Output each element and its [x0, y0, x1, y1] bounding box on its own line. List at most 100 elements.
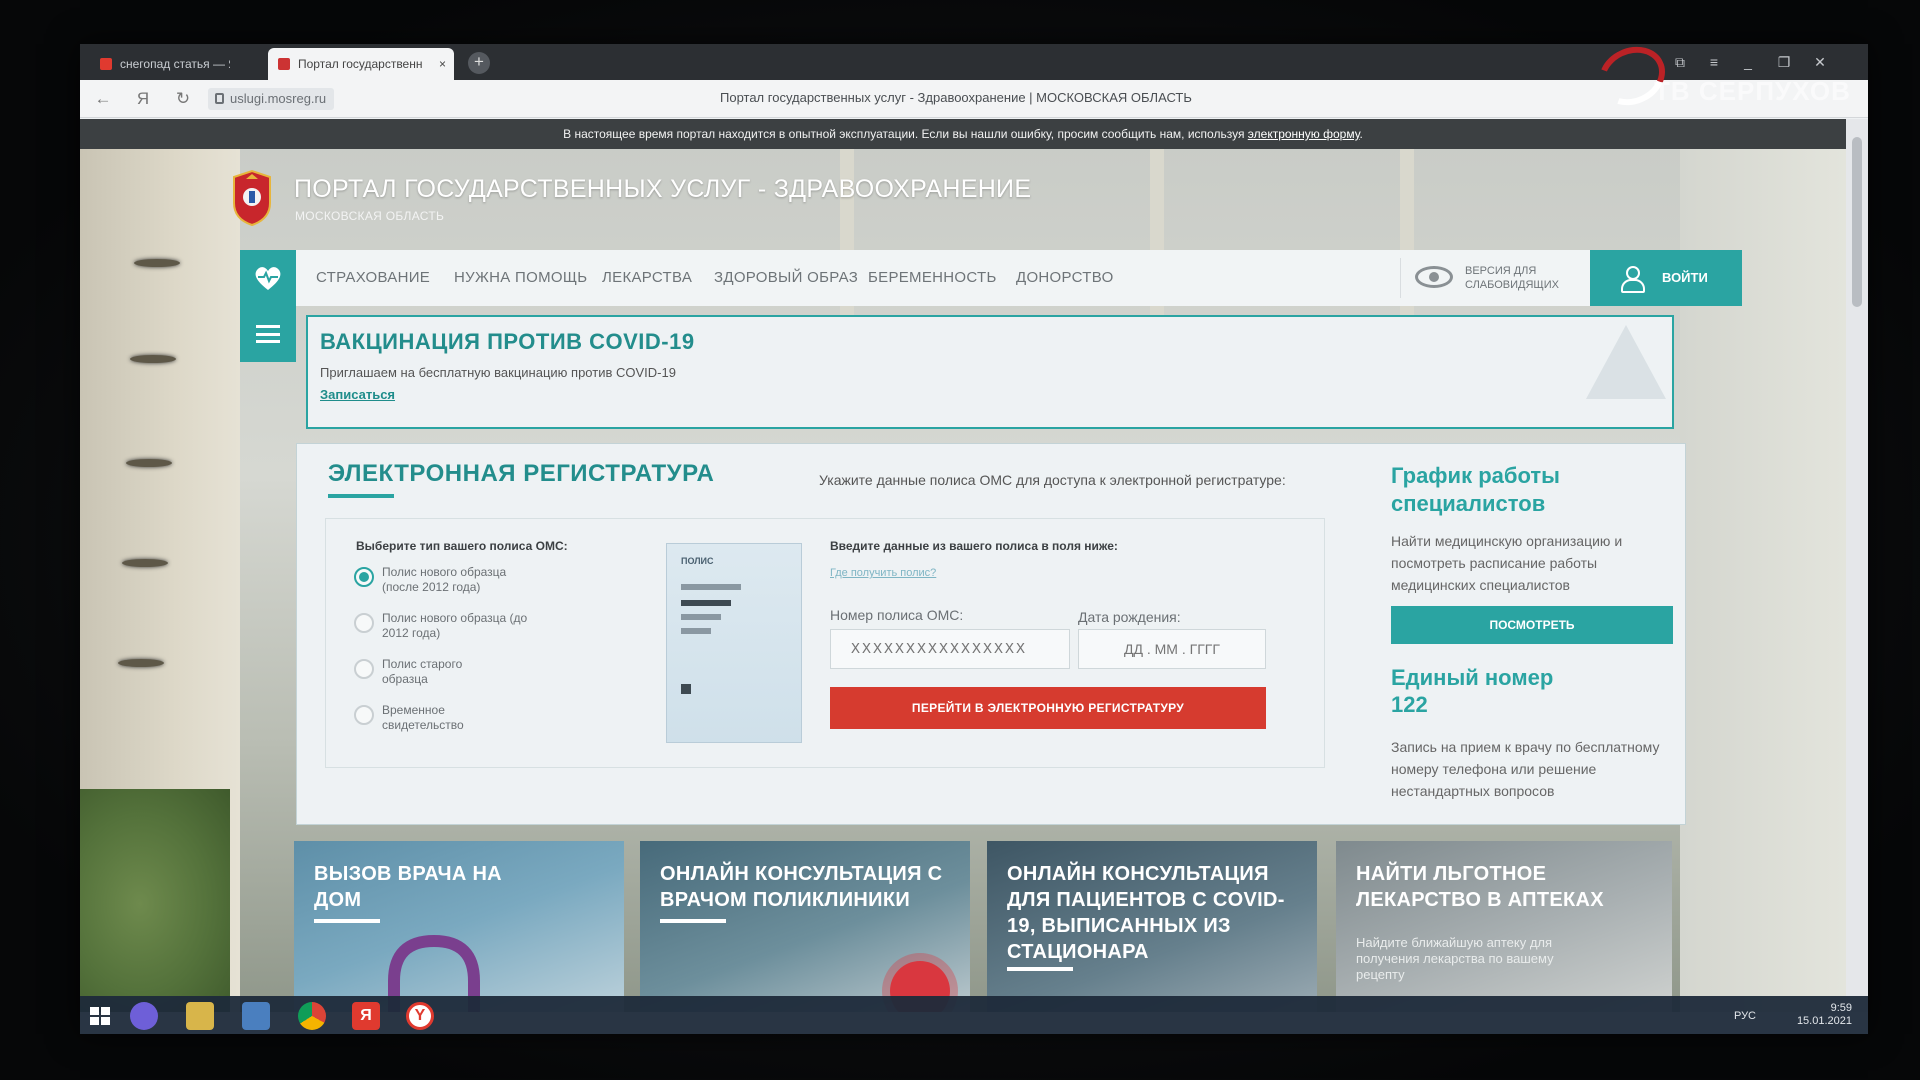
new-tab-button[interactable]: +: [468, 52, 490, 74]
oms-number-input[interactable]: [830, 629, 1070, 669]
notice-text: В настоящее время портал находится в опы…: [563, 127, 1248, 141]
scrollbar-thumb[interactable]: [1852, 137, 1862, 307]
tab-yandex-article[interactable]: снегопад статья — Янде: [90, 48, 230, 80]
tab-label: Портал государственн: [298, 57, 423, 71]
title-underline: [328, 494, 394, 498]
system-clock[interactable]: 9:59 15.01.2021: [1797, 1002, 1852, 1028]
tile-online-consultation-clinic[interactable]: ОНЛАЙН КОНСУЛЬТАЦИЯ С ВРАЧОМ ПОЛИКЛИНИКИ: [640, 841, 970, 1012]
login-label: ВОЙТИ: [1662, 270, 1708, 285]
nav-need-help[interactable]: НУЖНА ПОМОЩЬ: [454, 250, 587, 306]
radio-label: Полис старого образца: [382, 657, 463, 686]
keyboard-language[interactable]: РУС: [1734, 1010, 1756, 1022]
nav-donation[interactable]: ДОНОРСТВО: [1016, 250, 1114, 306]
tv-channel-watermark: ТВ СЕРПУХОВ: [1589, 44, 1860, 120]
go-to-e-registry-button[interactable]: ПЕРЕЙТИ В ЭЛЕКТРОННУЮ РЕГИСТРАТУРУ: [830, 687, 1266, 729]
radio-temporary-certificate[interactable]: [354, 705, 374, 725]
birth-date-input[interactable]: [1078, 629, 1266, 669]
control-panel-icon[interactable]: [242, 1002, 270, 1030]
page-title: Портал государственных услуг - Здравоохр…: [720, 90, 1192, 105]
policy-image-caption: ПОЛИС: [681, 556, 714, 566]
nav-pregnancy[interactable]: БЕРЕМЕННОСТЬ: [868, 250, 997, 306]
login-button[interactable]: ВОЙТИ: [1590, 250, 1742, 306]
hamburger-menu-button[interactable]: [240, 306, 296, 362]
specialist-schedule-title: График работы специалистов: [1391, 463, 1560, 516]
close-tab-icon[interactable]: ×: [439, 48, 446, 80]
back-icon[interactable]: ←: [92, 88, 114, 110]
low-vision-label: ВЕРСИЯ ДЛЯ СЛАБОВИДЯЩИХ: [1465, 265, 1559, 291]
url-text: uslugi.mosreg.ru: [230, 91, 327, 106]
sign-up-link[interactable]: Записаться: [320, 387, 395, 402]
nav-medicines[interactable]: ЛЕКАРСТВА: [602, 250, 692, 306]
ceiling-lamp: [122, 559, 168, 567]
yandex-browser-icon[interactable]: Y: [406, 1002, 434, 1030]
site-subtitle: МОСКОВСКАЯ ОБЛАСТЬ: [295, 209, 445, 223]
policy-type-label: Выберите тип вашего полиса ОМС:: [356, 539, 568, 553]
tile-subtitle: Найдите ближайшую аптеку для получения л…: [1356, 935, 1554, 982]
clock-time: 9:59: [1830, 1002, 1852, 1014]
warning-triangle-icon: [1586, 325, 1666, 399]
url-field[interactable]: uslugi.mosreg.ru: [208, 88, 335, 110]
web-page: В настоящее время портал находится в опы…: [80, 119, 1846, 1012]
ceiling-lamp: [130, 355, 176, 363]
tile-home-doctor-call[interactable]: ВЫЗОВ ВРАЧА НА ДОМ: [294, 841, 624, 1012]
health-home-button[interactable]: [240, 250, 296, 306]
covid-vaccination-banner: ВАКЦИНАЦИЯ ПРОТИВ COVID-19 Приглашаем на…: [306, 315, 1674, 429]
eye-icon: [1415, 266, 1453, 288]
nav-insurance[interactable]: СТРАХОВАНИЕ: [316, 250, 430, 306]
view-schedule-button[interactable]: ПОСМОТРЕТЬ: [1391, 606, 1673, 644]
feedback-form-link[interactable]: электронную форму: [1248, 127, 1360, 141]
hotline-number: 122: [1391, 692, 1428, 717]
tile-title: ВЫЗОВ ВРАЧА НА ДОМ: [314, 863, 502, 911]
covid-banner-text: Приглашаем на бесплатную вакцинацию прот…: [320, 365, 676, 380]
tile-underline: [660, 919, 726, 923]
tab-gosuslugi[interactable]: Портал государственн ×: [268, 48, 454, 80]
radio-policy-old[interactable]: [354, 659, 374, 679]
where-to-get-policy-link[interactable]: Где получить полис?: [830, 567, 936, 579]
monitor-frame: снегопад статья — Янде Портал государств…: [0, 0, 1920, 1080]
tile-underline: [314, 919, 380, 923]
specialist-schedule-text: Найти медицинскую организацию и посмотре…: [1391, 533, 1623, 593]
e-registry-hint: Укажите данные полиса ОМС для доступа к …: [819, 472, 1286, 488]
chrome-icon[interactable]: [298, 1002, 326, 1030]
tile-underline: [1007, 967, 1073, 971]
lock-icon: [215, 93, 224, 104]
windows-start-icon[interactable]: [86, 1002, 114, 1030]
policy-image-line: [681, 584, 741, 590]
reload-icon[interactable]: ↻: [172, 88, 194, 110]
data-entry-label: Введите данные из вашего полиса в поля н…: [830, 539, 1118, 553]
policy-form: Выберите тип вашего полиса ОМС: Полис но…: [325, 518, 1325, 768]
radio-policy-new-after-2012[interactable]: [354, 567, 374, 587]
radio-label: Полис нового образца (до 2012 года): [382, 611, 528, 640]
heart-pulse-icon: [255, 267, 281, 290]
windows-taskbar: Я Y РУС 9:59 15.01.2021: [80, 996, 1868, 1034]
ceiling-lamp: [118, 659, 164, 667]
tile-online-consultation-covid[interactable]: ОНЛАЙН КОНСУЛЬТАЦИЯ ДЛЯ ПАЦИЕНТОВ С COVI…: [987, 841, 1317, 1012]
tile-title: ОНЛАЙН КОНСУЛЬТАЦИЯ С ВРАЧОМ ПОЛИКЛИНИКИ: [660, 863, 943, 911]
covid-banner-title: ВАКЦИНАЦИЯ ПРОТИВ COVID-19: [320, 329, 695, 354]
policy-image-line: [681, 614, 721, 620]
low-vision-version-button[interactable]: ВЕРСИЯ ДЛЯ СЛАБОВИДЯЩИХ: [1400, 258, 1559, 298]
cortana-icon[interactable]: [130, 1002, 158, 1030]
clock-date: 15.01.2021: [1796, 1015, 1852, 1027]
yandex-home-icon[interactable]: Я: [132, 88, 154, 110]
radio-label: Полис нового образца (после 2012 года): [382, 565, 507, 594]
hamburger-icon: [256, 325, 280, 343]
tile-title: НАЙТИ ЛЬГОТНОЕ ЛЕКАРСТВО В АПТЕКАХ: [1356, 863, 1604, 911]
notice-end: .: [1359, 127, 1363, 141]
page-scrollbar[interactable]: [1846, 119, 1868, 1012]
emblem-favicon-icon: [278, 58, 290, 70]
yandex-icon: [100, 58, 112, 70]
file-explorer-icon[interactable]: [186, 1002, 214, 1030]
nav-healthy-lifestyle[interactable]: ЗДОРОВЫЙ ОБРАЗ: [714, 250, 858, 306]
radio-policy-new-before-2012[interactable]: [354, 613, 374, 633]
oms-number-label: Номер полиса ОМС:: [830, 607, 964, 623]
hotline-text: Запись на прием к врачу по бесплатному н…: [1391, 739, 1660, 799]
tile-find-subsidized-medicine[interactable]: НАЙТИ ЛЬГОТНОЕ ЛЕКАРСТВО В АПТЕКАХ Найди…: [1336, 841, 1672, 1012]
user-icon: [1620, 266, 1645, 293]
e-registry-card: ЭЛЕКТРОННАЯ РЕГИСТРАТУРА Укажите данные …: [296, 443, 1686, 825]
e-registry-title: ЭЛЕКТРОННАЯ РЕГИСТРАТУРА: [328, 460, 715, 487]
birth-date-label: Дата рождения:: [1078, 609, 1181, 625]
yandex-icon[interactable]: Я: [352, 1002, 380, 1030]
policy-image-qr: [681, 684, 691, 694]
main-navigation: СТРАХОВАНИЕ НУЖНА ПОМОЩЬ ЛЕКАРСТВА ЗДОРО…: [240, 250, 1742, 306]
